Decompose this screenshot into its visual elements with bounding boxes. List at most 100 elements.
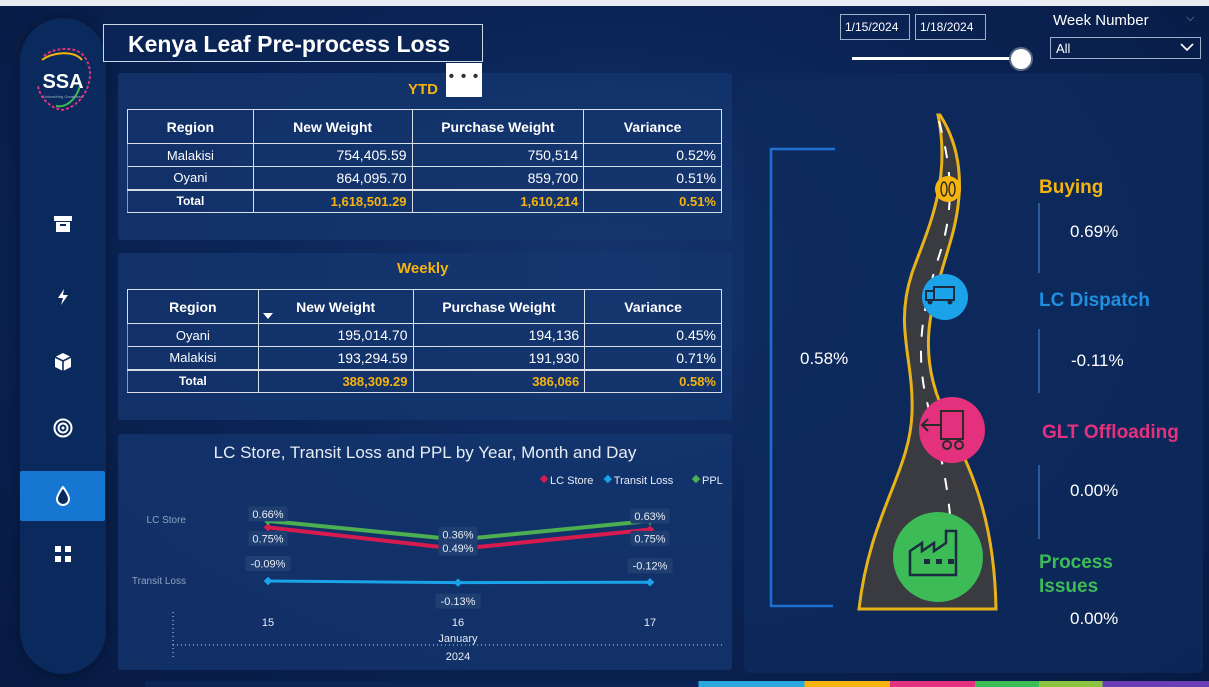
nav-archive[interactable] [20, 201, 106, 247]
chevron-down-icon [1180, 40, 1194, 55]
x-tick-label: 16 [452, 617, 464, 629]
data-label: 0.49% [442, 543, 473, 555]
new-weight-cell: 193,294.59 [257, 346, 414, 370]
archive-icon [54, 216, 72, 232]
stage-glt-offloading-label: GLT Offloading [1042, 422, 1179, 443]
ytd-table: Region New Weight Purchase Weight Varian… [127, 109, 722, 213]
ssa-logo: SSA Unleashing Greatness [30, 46, 96, 118]
stage-process-issues-line1: Process [1039, 552, 1113, 573]
total-label: Total [127, 368, 259, 393]
variance-cell: 0.51% [583, 166, 722, 190]
grid-icon [55, 546, 71, 562]
x-axis-year-label: 2024 [446, 651, 470, 663]
total-variance: 0.51% [583, 188, 722, 213]
table-row[interactable]: Malakisi 754,405.59 750,514 0.52% [127, 143, 722, 167]
ribbon-strip [0, 0, 1209, 6]
data-point[interactable] [453, 578, 463, 587]
stage-process-issues-value: 0.00% [1070, 609, 1119, 628]
pipeline-graphic [769, 113, 1040, 611]
stage-glt-offloading-value: 0.00% [1070, 481, 1119, 500]
drop-icon [55, 486, 70, 506]
column-header[interactable]: Variance [584, 289, 722, 324]
purchase-weight-cell: 750,514 [411, 143, 585, 167]
variance-cell: 0.45% [584, 323, 722, 347]
column-header[interactable]: Region [127, 109, 254, 144]
nav-target[interactable] [20, 405, 106, 451]
table-row[interactable]: Oyani 864,095.70 859,700 0.51% [127, 166, 722, 190]
date-slider-track[interactable] [852, 57, 1020, 60]
start-date-input[interactable]: 1/15/2024 [840, 14, 910, 40]
table-row[interactable]: Malakisi 193,294.59 191,930 0.71% [127, 346, 722, 370]
total-label: Total [127, 188, 254, 213]
purchase-weight-cell: 191,930 [412, 346, 586, 370]
week-number-dropdown[interactable]: All [1050, 37, 1201, 59]
line-chart[interactable]: LC Store, Transit Loss and PPL by Year, … [118, 434, 732, 670]
line-chart-panel: LC Store, Transit Loss and PPL by Year, … [118, 434, 732, 670]
data-label: -0.09% [251, 559, 286, 571]
column-header[interactable]: Variance [583, 109, 722, 144]
region-cell: Oyani [127, 166, 254, 190]
data-label: 0.75% [634, 533, 665, 545]
chart-title: LC Store, Transit Loss and PPL by Year, … [214, 443, 637, 462]
purchase-weight-cell: 194,136 [412, 323, 586, 347]
overall-bracket [769, 147, 835, 608]
row-label-lc-store: LC Store [147, 515, 187, 526]
stage-buying-value: 0.69% [1070, 222, 1119, 241]
variance-cell: 0.52% [583, 143, 722, 167]
chart-legend[interactable]: LC Store Transit Loss PPL [539, 474, 723, 487]
stage-buying-label: Buying [1039, 177, 1104, 198]
legend-item-label[interactable]: PPL [702, 475, 723, 487]
legend-item-label[interactable]: Transit Loss [614, 475, 674, 487]
column-header[interactable]: Purchase Weight [411, 109, 585, 144]
new-weight-cell: 195,014.70 [257, 323, 414, 347]
data-label: -0.12% [633, 561, 668, 573]
truck-icon [922, 274, 968, 320]
column-header[interactable]: Purchase Weight [412, 289, 586, 324]
data-label: 0.63% [634, 511, 665, 523]
offloading-machine-icon [919, 397, 985, 463]
nav-cube[interactable] [20, 339, 106, 385]
date-slider-handle[interactable] [1009, 47, 1033, 71]
total-row: Total 1,618,501.29 1,610,214 0.51% [127, 188, 722, 213]
region-cell: Malakisi [127, 346, 259, 370]
total-purchase-weight: 1,610,214 [411, 188, 585, 213]
table-row[interactable]: Oyani 195,014.70 194,136 0.45% [127, 323, 722, 347]
nav-bolt[interactable] [20, 274, 106, 320]
cube-icon [54, 353, 72, 371]
x-tick-label: 17 [644, 617, 656, 629]
data-label: -0.13% [441, 596, 476, 608]
data-label: 0.36% [442, 530, 473, 542]
nav-drop[interactable] [20, 471, 105, 521]
variance-cell: 0.71% [584, 346, 722, 370]
total-new-weight: 1,618,501.29 [252, 188, 413, 213]
nav-grid[interactable] [20, 531, 106, 577]
total-variance: 0.58% [584, 368, 722, 393]
total-purchase-weight: 386,066 [412, 368, 586, 393]
chevron-down-icon[interactable]: ⌵ [1186, 12, 1194, 25]
ytd-title: YTD [408, 81, 438, 98]
legend-item-label[interactable]: LC Store [550, 475, 593, 487]
column-header[interactable]: Region [127, 289, 259, 324]
data-point[interactable] [263, 576, 273, 586]
end-date-input[interactable]: 1/18/2024 [915, 14, 986, 40]
stage-lc-dispatch-label: LC Dispatch [1039, 290, 1150, 311]
stage-lc-dispatch-value: -0.11% [1071, 351, 1124, 370]
more-options-button[interactable]: • • • [446, 63, 482, 97]
column-header-label: New Weight [296, 298, 376, 315]
total-row: Total 388,309.29 386,066 0.58% [127, 368, 722, 393]
overall-loss-value: 0.58% [800, 349, 849, 368]
x-axis-month-label: January [438, 633, 478, 645]
legend-marker [539, 474, 549, 484]
page-title: Kenya Leaf Pre-process Loss [103, 24, 483, 62]
ytd-panel: YTD Region New Weight Purchase Weight Va… [118, 73, 732, 240]
column-header-sorted[interactable]: New Weight [257, 289, 414, 324]
weekly-panel: Weekly Region New Weight Purchase Weight… [118, 253, 732, 420]
region-cell: Malakisi [127, 143, 254, 167]
svg-text:SSA: SSA [42, 71, 83, 93]
stage-process-issues-line2: Issues [1039, 576, 1099, 597]
data-point[interactable] [645, 577, 655, 587]
pipeline-panel: 0.58% Buying 0.69% LC Dispatch -0.11% GL… [744, 73, 1203, 673]
weekly-table: Region New Weight Purchase Weight Varian… [127, 289, 722, 393]
bolt-icon [58, 289, 68, 305]
column-header[interactable]: New Weight [252, 109, 413, 144]
